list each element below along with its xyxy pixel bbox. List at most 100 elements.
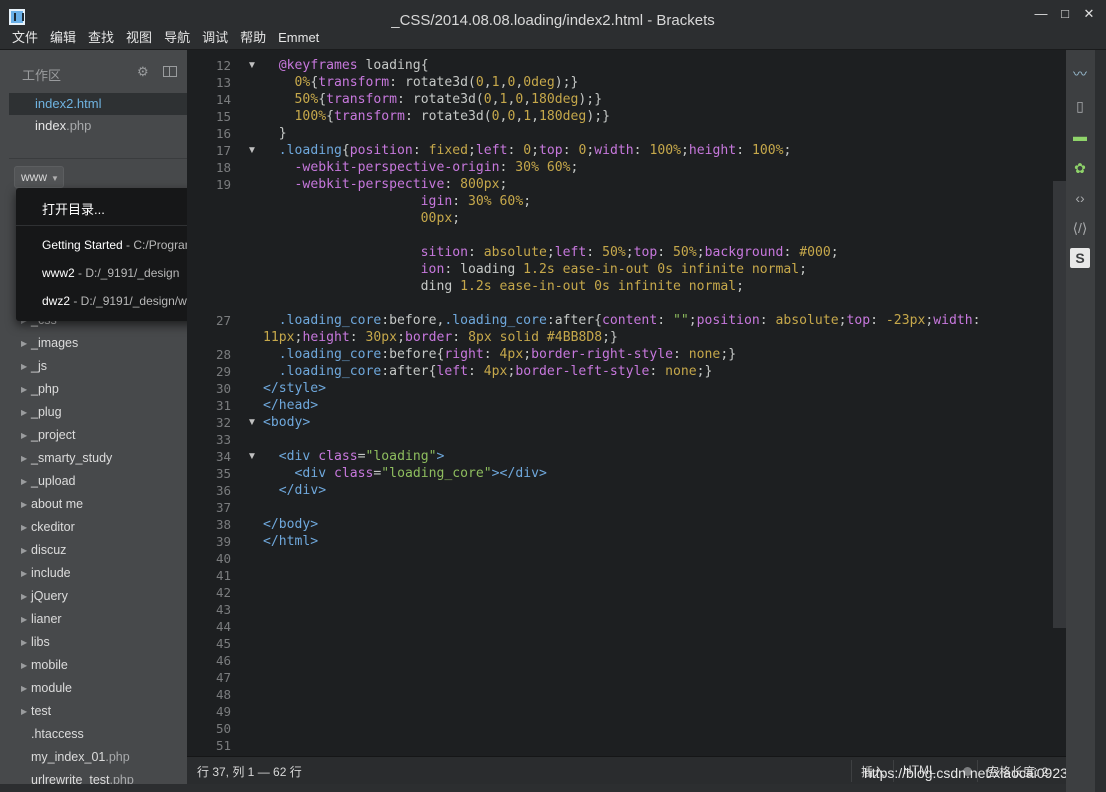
tree-item-label: mobile (31, 658, 68, 672)
chevron-right-icon[interactable]: ▶ (21, 470, 27, 493)
chevron-right-icon[interactable]: ▶ (21, 608, 27, 631)
tree-folder-item[interactable]: ▶ lianer (0, 608, 187, 631)
fold-arrow-icon[interactable]: ▼ (247, 142, 257, 159)
chevron-right-icon[interactable]: ▶ (21, 355, 27, 378)
fold-arrow-icon[interactable]: ▼ (247, 414, 257, 431)
tree-folder-item[interactable]: ▶ _images (0, 332, 187, 355)
menu-item[interactable]: Emmet (272, 29, 325, 47)
tree-folder-item[interactable]: ▶ _php (0, 378, 187, 401)
menu-item[interactable]: 查找 (82, 29, 120, 47)
line-number: 29 (215, 364, 231, 379)
tree-item-label: include (31, 566, 71, 580)
tree-file-item[interactable]: .htaccess (0, 723, 187, 746)
menu-item[interactable]: 帮助 (234, 29, 272, 47)
s-icon[interactable]: S (1070, 248, 1090, 268)
tree-folder-item[interactable]: ▶ _upload (0, 470, 187, 493)
line-number: 36 (215, 483, 231, 498)
chevron-right-icon[interactable]: ▶ (21, 700, 27, 723)
fold-arrow-icon[interactable]: ▼ (247, 448, 257, 465)
tree-item-label: .htaccess (31, 727, 84, 741)
chevron-right-icon[interactable]: ▶ (21, 447, 27, 470)
tree-folder-item[interactable]: ▶ _smarty_study (0, 447, 187, 470)
right-toolbar: 〰 ▯ ▬ ✿ ‹› ⟨/⟩ S (1066, 50, 1095, 792)
chevron-right-icon[interactable]: ▶ (21, 677, 27, 700)
tree-folder-item[interactable]: ▶ ckeditor (0, 516, 187, 539)
project-name: www (21, 170, 47, 184)
tree-folder-item[interactable]: ▶ module (0, 677, 187, 700)
line-number: 46 (215, 653, 231, 668)
live-preview-icon[interactable]: 〰 (1070, 64, 1090, 84)
device-icon[interactable]: ▯ (1070, 96, 1090, 116)
chevron-right-icon[interactable]: ▶ (21, 332, 27, 355)
tree-folder-item[interactable]: ▶ mobile (0, 654, 187, 677)
tree-folder-item[interactable]: ▶ discuz (0, 539, 187, 562)
working-file-name: index2 (35, 96, 74, 111)
tree-file-item[interactable]: my_index_01.php (0, 746, 187, 769)
menu-item[interactable]: 调试 (196, 29, 234, 47)
code-line: ding 1.2s ease-in-out 0s infinite normal… (420, 279, 744, 294)
code-line: sition: absolute;left: 50%;top: 50%;back… (420, 245, 839, 260)
line-number: 42 (215, 585, 231, 600)
chevron-right-icon[interactable]: ▶ (21, 424, 27, 447)
tree-folder-item[interactable]: ▶ about me (0, 493, 187, 516)
code-tag-icon[interactable]: ⟨/⟩ (1070, 218, 1090, 238)
recent-project-item[interactable]: www2 - D:/_9191/_design (42, 266, 179, 280)
tree-item-label: _upload (31, 474, 76, 488)
working-file-name: index (35, 118, 67, 133)
code-brackets-icon[interactable]: ‹› (1070, 188, 1090, 208)
tree-item-label: _project (31, 428, 76, 442)
tree-folder-item[interactable]: ▶ test (0, 700, 187, 723)
chevron-right-icon[interactable]: ▶ (21, 654, 27, 677)
code-editor[interactable]: 12 ▼ 13 14 15 16 17 ▼ 18 19 27 28 29 30 31 32 ▼ 33 34 ▼ 35 36… (187, 50, 1066, 756)
chevron-right-icon[interactable]: ▶ (21, 631, 27, 654)
tree-folder-item[interactable]: ▶ _js (0, 355, 187, 378)
tree-item-label: test (31, 704, 52, 718)
working-file-ext: .html (73, 96, 102, 111)
maximize-button[interactable]: □ (1054, 6, 1076, 22)
sidebar: 工作区 ⚙ index2.htmlindex.php www▼ ▶_css▶_i… (0, 50, 187, 792)
split-view-icon[interactable] (163, 66, 177, 77)
code-line: <div class="loading_core"></div> (294, 466, 547, 481)
tree-folder-item[interactable]: ▶ include (0, 562, 187, 585)
extension-manager-icon[interactable]: ▬ (1070, 126, 1090, 146)
chevron-right-icon[interactable]: ▶ (21, 516, 27, 539)
menu-item[interactable]: 文件 (0, 29, 44, 47)
menu-item[interactable]: 视图 (120, 29, 158, 47)
chevron-right-icon[interactable]: ▶ (21, 378, 27, 401)
tree-folder-item[interactable]: ▶ libs (0, 631, 187, 654)
code-line: } (263, 126, 287, 141)
code-area[interactable]: @keyframes loading{ 0%{transform: rotate… (263, 50, 1053, 756)
chevron-right-icon[interactable]: ▶ (21, 585, 27, 608)
chevron-right-icon[interactable]: ▶ (21, 401, 27, 424)
tree-folder-item[interactable]: ▶ _plug (0, 401, 187, 424)
code-line: -webkit-perspective-origin: 30% 60%; (294, 160, 579, 175)
chevron-right-icon[interactable]: ▶ (21, 562, 27, 585)
open-folder-item[interactable]: 打开目录... (42, 199, 105, 218)
tree-item-label: libs (31, 635, 50, 649)
menu-item[interactable]: 导航 (158, 29, 196, 47)
line-number: 33 (215, 432, 231, 447)
chevron-down-icon: ▼ (51, 174, 59, 183)
working-file-item[interactable]: index2.html (9, 93, 187, 115)
window-border (0, 784, 1066, 792)
recent-project-item[interactable]: dwz2 - D:/_9191/_design/www (42, 294, 204, 308)
gear-icon[interactable]: ⚙ (137, 65, 151, 79)
project-dropdown-button[interactable]: www ▼ (14, 166, 64, 188)
tree-folder-item[interactable]: ▶ jQuery (0, 585, 187, 608)
scrollbar-thumb[interactable] (1053, 181, 1066, 628)
fold-arrow-icon[interactable]: ▼ (247, 57, 257, 74)
working-file-item[interactable]: index.php (9, 115, 187, 137)
chevron-right-icon[interactable]: ▶ (21, 539, 27, 562)
chevron-right-icon[interactable]: ▶ (21, 493, 27, 516)
gift-icon[interactable]: ✿ (1070, 158, 1090, 178)
close-button[interactable]: ✕ (1078, 6, 1100, 22)
line-number: 50 (215, 721, 231, 736)
menu-item[interactable]: 编辑 (44, 29, 82, 47)
menu-bar: 文件 编辑 查找 视图 导航 调试 帮助 Emmet (0, 29, 325, 47)
minimize-button[interactable]: — (1030, 6, 1052, 22)
tree-folder-item[interactable]: ▶ _project (0, 424, 187, 447)
